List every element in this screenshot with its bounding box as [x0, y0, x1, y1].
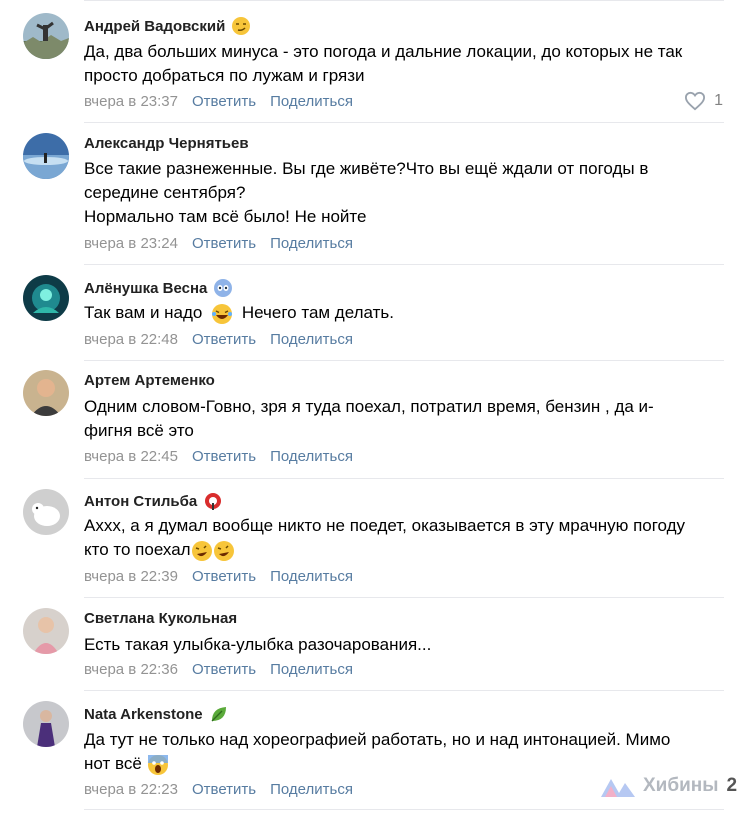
badge-emoji-icon — [205, 493, 222, 510]
comment-text: Одним словом-Говно, зря я туда поехал, п… — [84, 395, 724, 443]
divider — [84, 597, 724, 598]
share-button[interactable]: Поделиться — [270, 93, 353, 110]
comment-author[interactable]: Алёнушка Весна — [84, 278, 233, 298]
comment-time[interactable]: вчера в 22:48 — [84, 331, 178, 348]
comment-meta: вчера в 22:23 Ответить Поделиться — [84, 781, 353, 798]
screaming-emoji-icon — [147, 754, 168, 775]
comment-time[interactable]: вчера в 22:23 — [84, 781, 178, 798]
comment-meta: вчера в 22:39 Ответить Поделиться — [84, 568, 353, 585]
comment-meta: вчера в 23:24 Ответить Поделиться — [84, 235, 353, 252]
comment-author[interactable]: Андрей Вадовский — [84, 16, 251, 36]
comment-line: Все такие разнеженные. Вы где живёте?Что… — [84, 159, 649, 178]
watermark-text: Хибины — [643, 775, 719, 796]
watermark: Хибины 2 — [601, 775, 737, 797]
comment-meta: вчера в 23:37 Ответить Поделиться — [84, 93, 353, 110]
avatar[interactable] — [23, 275, 69, 321]
divider — [84, 122, 724, 123]
comment-line: Нормально там всё было! Не нойте — [84, 207, 367, 226]
comment-line: просто добраться по лужам и грязи — [84, 66, 365, 85]
comment-line: середине сентября? — [84, 183, 246, 202]
comment-text: Так вам и надо Нечего там делать. — [84, 301, 724, 325]
leaf-emoji-icon — [211, 707, 226, 722]
reply-button[interactable]: Ответить — [192, 448, 256, 465]
comment-line: Да, два больших минуса - это погода и да… — [84, 42, 683, 61]
avatar[interactable] — [23, 13, 69, 59]
comment-line: Да тут не только над хореографией работа… — [84, 730, 671, 749]
like-count: 1 — [714, 92, 723, 109]
avatar[interactable] — [23, 370, 69, 416]
comment-line: Нечего там делать. — [241, 303, 394, 322]
comment-author[interactable]: Nata Arkenstone — [84, 704, 229, 724]
reply-button[interactable]: Ответить — [192, 235, 256, 252]
reply-button[interactable]: Ответить — [192, 93, 256, 110]
comment-line: Есть такая улыбка-улыбка разочарования..… — [84, 635, 432, 654]
comment-time[interactable]: вчера в 23:24 — [84, 235, 178, 252]
divider — [84, 360, 724, 361]
laughing-tears-emoji-icon — [212, 303, 233, 324]
comment-text: Да, два больших минуса - это погода и да… — [84, 40, 724, 88]
comment-author[interactable]: Антон Стильба — [84, 491, 223, 511]
comment-text: Все такие разнеженные. Вы где живёте?Что… — [84, 157, 724, 229]
divider — [84, 809, 724, 810]
comment-author[interactable]: Артем Артеменко — [84, 372, 215, 389]
top-divider — [84, 0, 724, 1]
rofl-emoji-icon — [213, 540, 234, 561]
reply-button[interactable]: Ответить — [192, 661, 256, 678]
comment-author[interactable]: Александр Чернятьев — [84, 135, 249, 152]
comment-text: Да тут не только над хореографией работа… — [84, 728, 724, 776]
comment-text: Ахxх, а я думал вообще никто не поедет, … — [84, 514, 724, 562]
reply-button[interactable]: Ответить — [192, 781, 256, 798]
comment-line: фигня всё это — [84, 421, 194, 440]
watermark-extra: 2 — [726, 775, 738, 796]
share-button[interactable]: Поделиться — [270, 448, 353, 465]
share-button[interactable]: Поделиться — [270, 661, 353, 678]
comment-meta: вчера в 22:36 Ответить Поделиться — [84, 661, 353, 678]
comment-time[interactable]: вчера в 22:45 — [84, 448, 178, 465]
comment-time[interactable]: вчера в 23:37 — [84, 93, 178, 110]
reply-button[interactable]: Ответить — [192, 568, 256, 585]
comment-text: Есть такая улыбка-улыбка разочарования..… — [84, 633, 724, 657]
comment-time[interactable]: вчера в 22:39 — [84, 568, 178, 585]
divider — [84, 690, 724, 691]
comment-meta: вчера в 22:45 Ответить Поделиться — [84, 448, 353, 465]
comment-line: нот всё — [84, 754, 142, 773]
comment-line: Ахxх, а я думал вообще никто не поедет, … — [84, 516, 686, 535]
avatar[interactable] — [23, 133, 69, 179]
smirk-emoji-icon — [232, 17, 251, 35]
reply-button[interactable]: Ответить — [192, 331, 256, 348]
avatar[interactable] — [23, 489, 69, 535]
comment-meta: вчера в 22:48 Ответить Поделиться — [84, 331, 353, 348]
comment-line: Одним словом-Говно, зря я туда поехал, п… — [84, 397, 654, 416]
like-button[interactable]: 1 — [684, 91, 723, 111]
heart-icon — [685, 91, 706, 111]
comment-author[interactable]: Светлана Кукольная — [84, 610, 237, 627]
divider — [84, 478, 724, 479]
mountains-logo-icon — [601, 779, 635, 797]
rofl-emoji-icon — [191, 540, 212, 561]
avatar[interactable] — [23, 701, 69, 747]
comment-time[interactable]: вчера в 22:36 — [84, 661, 178, 678]
divider — [84, 264, 724, 265]
avatar[interactable] — [23, 608, 69, 654]
share-button[interactable]: Поделиться — [270, 568, 353, 585]
share-button[interactable]: Поделиться — [270, 331, 353, 348]
alien-emoji-icon — [214, 279, 233, 297]
comment-line: кто то поехал — [84, 540, 191, 559]
share-button[interactable]: Поделиться — [270, 781, 353, 798]
comment-line: Так вам и надо — [84, 303, 203, 322]
share-button[interactable]: Поделиться — [270, 235, 353, 252]
